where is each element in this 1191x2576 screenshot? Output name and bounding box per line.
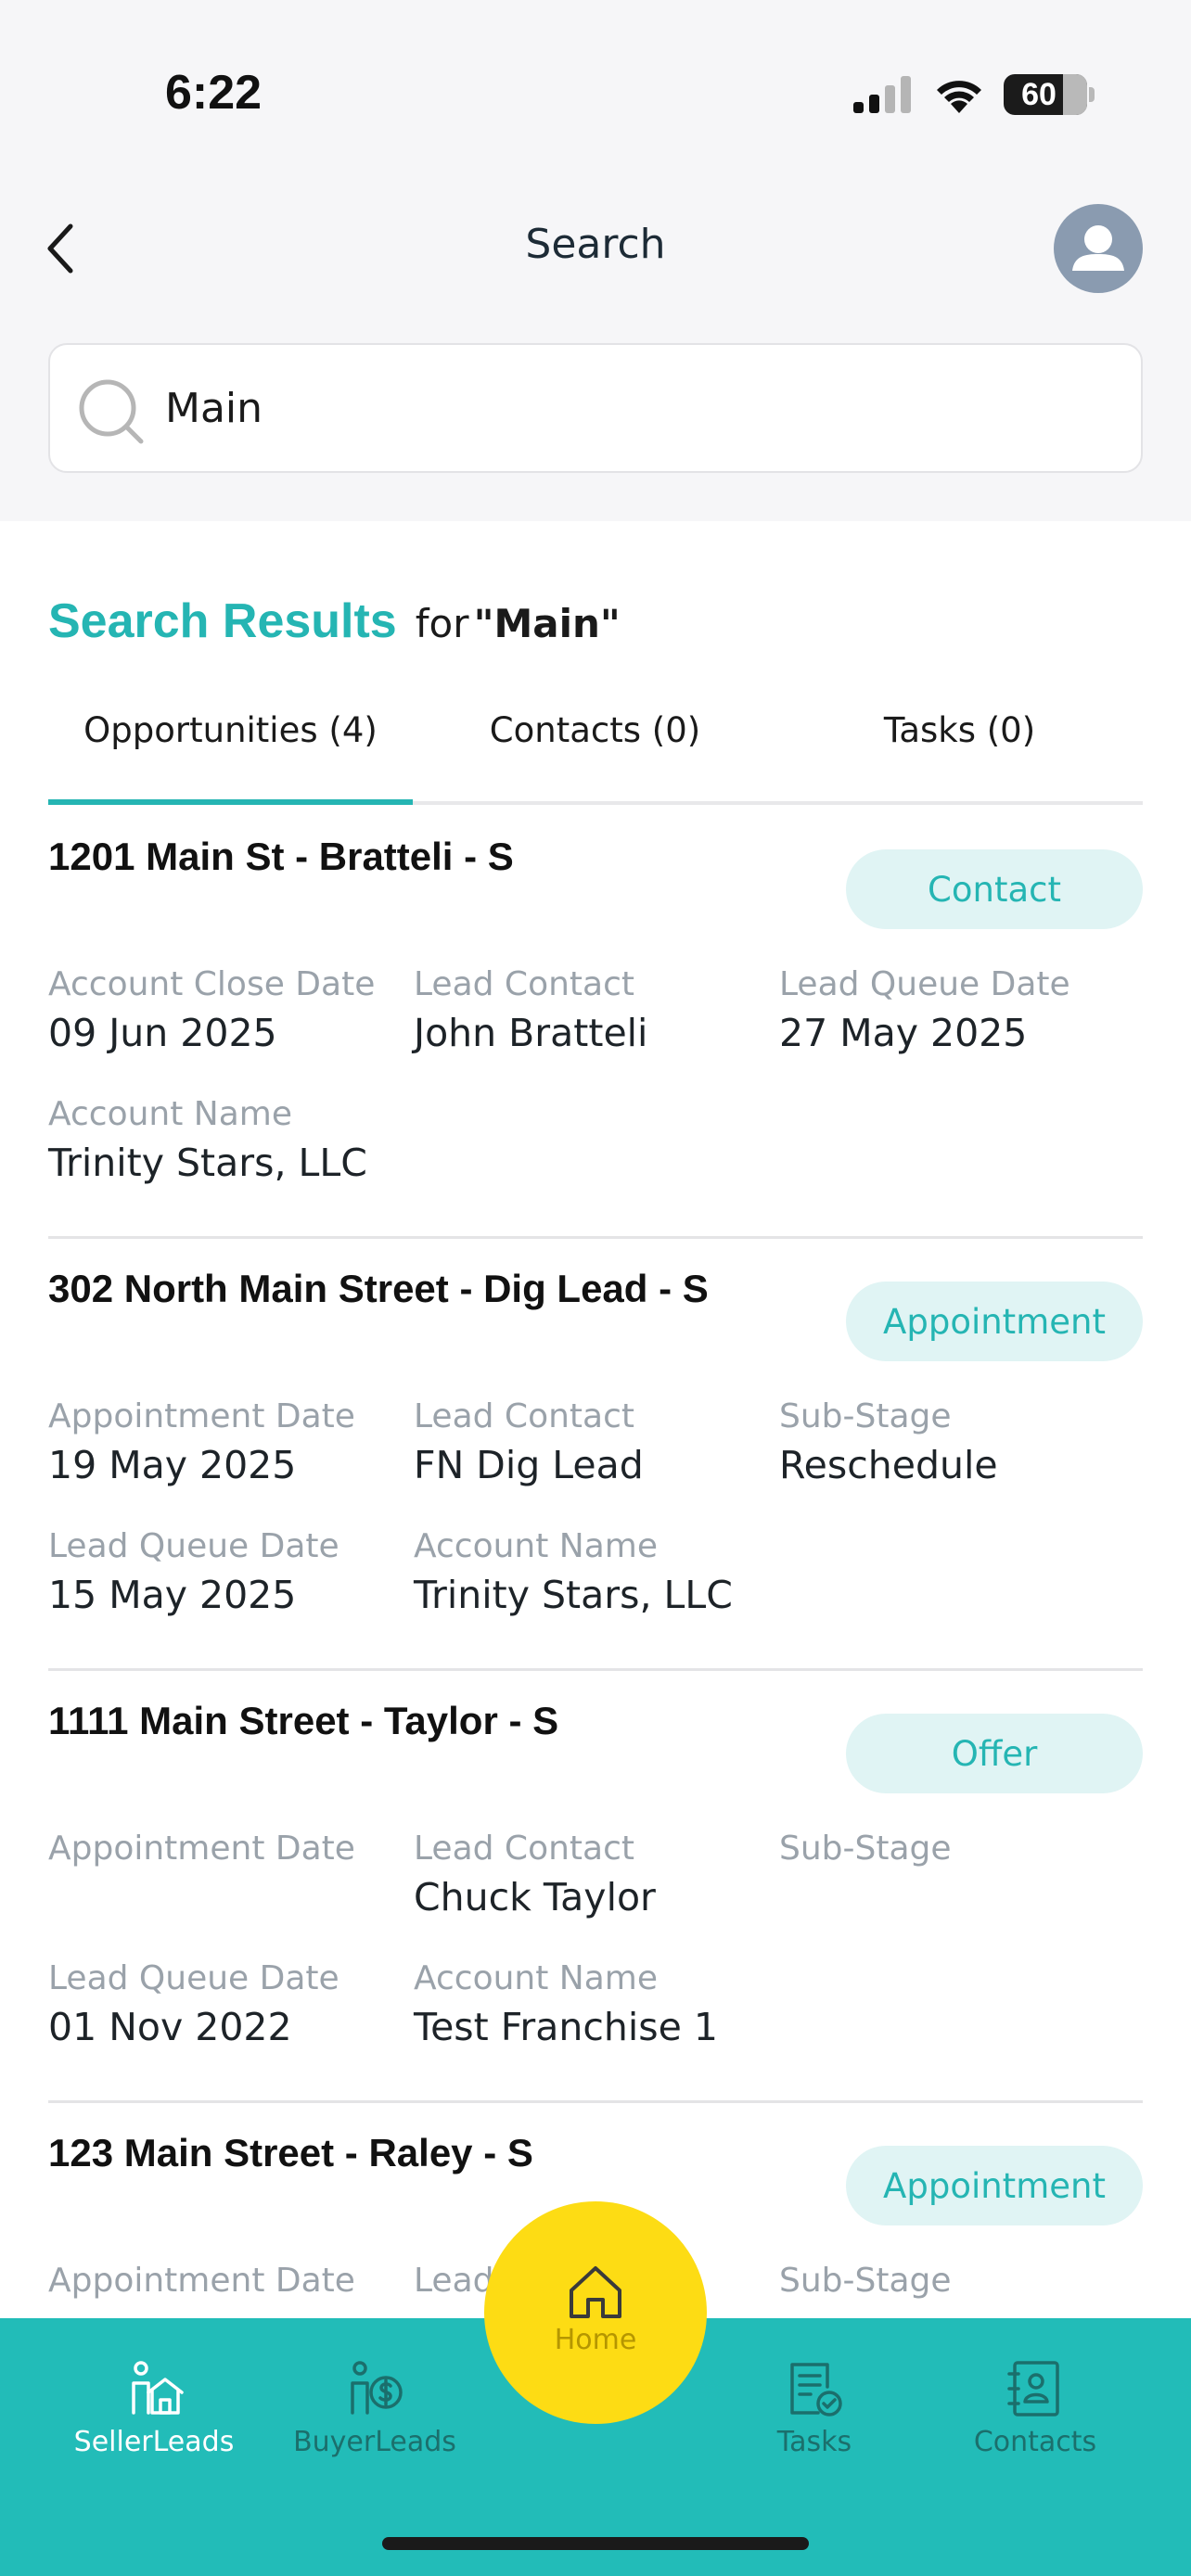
- battery-level: 60: [1021, 77, 1057, 112]
- battery-tip: [1089, 87, 1095, 102]
- nav-label: BuyerLeads: [293, 2426, 456, 2458]
- search-icon: [79, 379, 144, 444]
- field-value: John Bratteli: [414, 1011, 648, 1055]
- field-account-name: Account Name Test Franchise 1: [414, 1957, 766, 2053]
- person-icon: [1072, 225, 1124, 271]
- field-appointment-date: Appointment Date: [48, 1827, 401, 1871]
- field-label: Lead Queue Date: [48, 1527, 339, 1565]
- field-label: Sub-Stage: [779, 1397, 952, 1435]
- opportunity-title[interactable]: 1111 Main Street - Taylor - S: [48, 1699, 558, 1743]
- field-account-close-date: Account Close Date 09 Jun 2025: [48, 963, 401, 1059]
- stage-badge: Appointment: [846, 2146, 1143, 2225]
- field-lead-contact: Lead Contact FN Dig Lead: [414, 1395, 766, 1491]
- results-title: Search Results: [48, 594, 397, 648]
- seller-house-icon: [132, 2361, 184, 2415]
- opportunity-title[interactable]: 302 North Main Street - Dig Lead - S: [48, 1267, 709, 1311]
- nav-buyer-leads[interactable]: BuyerLeads: [273, 2355, 477, 2458]
- field-label: Account Name: [414, 1527, 659, 1565]
- field-lead-queue-date: Lead Queue Date 27 May 2025: [779, 963, 1132, 1059]
- results-for-label: for: [415, 601, 469, 646]
- opportunity-title[interactable]: 1201 Main St - Bratteli - S: [48, 835, 514, 879]
- opportunity-card[interactable]: 302 North Main Street - Dig Lead - S App…: [48, 1239, 1143, 1671]
- contacts-book-icon: [1007, 2361, 1059, 2417]
- tab-contacts[interactable]: Contacts (0): [413, 658, 777, 801]
- field-value: Test Franchise 1: [414, 2005, 718, 2049]
- opportunity-card[interactable]: 1111 Main Street - Taylor - S Offer Appo…: [48, 1671, 1143, 2103]
- field-value: Trinity Stars, LLC: [414, 1573, 733, 1617]
- field-sub-stage: Sub-Stage: [779, 2259, 1132, 2303]
- home-icon: [570, 2266, 621, 2318]
- field-value: 27 May 2025: [779, 1011, 1028, 1055]
- field-label: Lead Queue Date: [48, 1959, 339, 1997]
- field-label: Account Name: [48, 1095, 293, 1133]
- results-query: "Main": [473, 601, 621, 646]
- field-appointment-date: Appointment Date 19 May 2025: [48, 1395, 401, 1491]
- results-heading: Search Results for "Main": [48, 593, 621, 658]
- field-label: Lead Contact: [414, 1397, 634, 1435]
- nav-label: SellerLeads: [73, 2426, 235, 2458]
- field-lead-contact: Lead Contact Chuck Taylor: [414, 1827, 766, 1923]
- field-sub-stage: Sub-Stage Reschedule: [779, 1395, 1132, 1491]
- stage-badge: Appointment: [846, 1282, 1143, 1361]
- status-bar: 6:22 60: [0, 0, 1191, 167]
- field-account-name: Account Name Trinity Stars, LLC: [414, 1524, 766, 1621]
- nav-tasks[interactable]: Tasks: [712, 2355, 916, 2458]
- cellular-signal-icon: [853, 76, 911, 113]
- nav-seller-leads[interactable]: SellerLeads: [52, 2355, 256, 2458]
- field-label: Sub-Stage: [779, 2262, 952, 2300]
- field-value: Reschedule: [779, 1443, 998, 1487]
- opportunity-card[interactable]: 1201 Main St - Bratteli - S Contact Acco…: [48, 807, 1143, 1239]
- field-value: Chuck Taylor: [414, 1875, 656, 1919]
- tab-tasks[interactable]: Tasks (0): [777, 658, 1142, 801]
- page-title: Search: [525, 221, 666, 268]
- home-button[interactable]: Home: [484, 2201, 707, 2424]
- buyer-money-icon: [351, 2361, 403, 2415]
- field-label: Lead Contact: [414, 1830, 634, 1868]
- field-label: Sub-Stage: [779, 1830, 952, 1868]
- field-label: Appointment Date: [48, 2262, 355, 2300]
- nav-label: Contacts: [973, 2426, 1097, 2458]
- stage-badge: Offer: [846, 1714, 1143, 1793]
- nav-label: Tasks: [776, 2426, 852, 2458]
- battery-icon: 60: [1004, 74, 1087, 115]
- field-account-name: Account Name Trinity Stars, LLC: [48, 1092, 401, 1189]
- home-label: Home: [554, 2324, 637, 2356]
- stage-badge: Contact: [846, 849, 1143, 929]
- field-lead-contact: Lead Contact John Bratteli: [414, 963, 766, 1059]
- tab-opportunities[interactable]: Opportunities (4): [48, 658, 413, 805]
- results-tabs: Opportunities (4) Contacts (0) Tasks (0): [48, 658, 1143, 805]
- field-label: Lead Queue Date: [779, 965, 1070, 1003]
- field-value: 15 May 2025: [48, 1573, 297, 1617]
- field-label: Account Name: [414, 1959, 659, 1997]
- wifi-icon: [937, 81, 981, 113]
- field-lead-queue-date: Lead Queue Date 01 Nov 2022: [48, 1957, 401, 2053]
- status-time: 6:22: [165, 66, 263, 120]
- field-value: 09 Jun 2025: [48, 1011, 277, 1055]
- field-value: FN Dig Lead: [414, 1443, 644, 1487]
- field-value: Trinity Stars, LLC: [48, 1141, 367, 1185]
- home-indicator: [382, 2537, 809, 2550]
- field-label: Lead Contact: [414, 965, 634, 1003]
- field-appointment-date: Appointment Date: [48, 2259, 401, 2303]
- user-avatar[interactable]: [1054, 204, 1143, 293]
- field-label: Appointment Date: [48, 1830, 355, 1868]
- field-label: Account Close Date: [48, 965, 376, 1003]
- field-label: Appointment Date: [48, 1397, 355, 1435]
- nav-contacts[interactable]: Contacts: [933, 2355, 1137, 2458]
- field-sub-stage: Sub-Stage: [779, 1827, 1132, 1871]
- search-input[interactable]: [165, 345, 1093, 471]
- tasks-icon: [790, 2363, 842, 2417]
- field-lead-queue-date: Lead Queue Date 15 May 2025: [48, 1524, 401, 1621]
- search-box[interactable]: [48, 343, 1143, 473]
- opportunity-title[interactable]: 123 Main Street - Raley - S: [48, 2131, 533, 2175]
- field-value: 01 Nov 2022: [48, 2005, 292, 2049]
- field-value: 19 May 2025: [48, 1443, 297, 1487]
